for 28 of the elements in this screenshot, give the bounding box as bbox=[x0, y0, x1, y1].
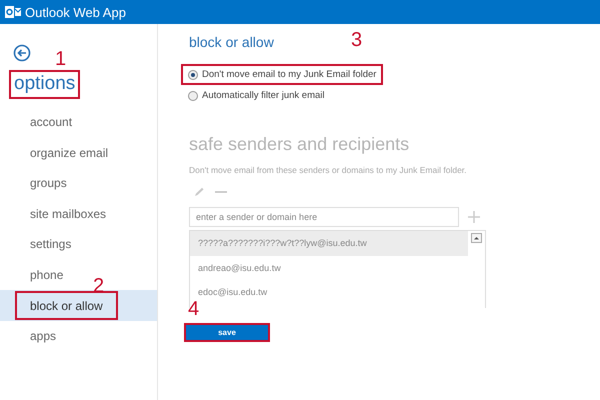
annotation-number: 1 bbox=[55, 49, 66, 69]
sender-entry[interactable]: andreao@isu.edu.tw bbox=[190, 256, 468, 280]
sidebar-item[interactable]: organize email bbox=[30, 146, 108, 160]
sidebar-item[interactable]: phone bbox=[30, 268, 64, 282]
pencil-icon[interactable] bbox=[193, 187, 205, 197]
sidebar-item[interactable]: groups bbox=[30, 176, 67, 190]
sidebar-item[interactable]: site mailboxes bbox=[30, 206, 106, 221]
options-heading: options bbox=[11, 72, 78, 97]
sidebar-item[interactable]: apps bbox=[30, 328, 56, 343]
annotation-number: 3 bbox=[351, 30, 362, 50]
app-title: Outlook Web App bbox=[25, 4, 126, 20]
back-icon[interactable] bbox=[13, 44, 31, 62]
sidebar-item[interactable]: block or allow bbox=[17, 292, 116, 318]
radio-option[interactable]: Automatically filter junk email bbox=[183, 87, 330, 104]
section-title: safe senders and recipients bbox=[189, 134, 410, 155]
plus-icon[interactable] bbox=[467, 210, 481, 224]
logo-icon bbox=[5, 5, 21, 19]
sidebar-item[interactable]: settings bbox=[30, 237, 72, 252]
sidebar-item[interactable]: account bbox=[30, 115, 72, 130]
scroll-up-icon[interactable] bbox=[471, 233, 482, 243]
radio-button[interactable] bbox=[188, 90, 198, 100]
page-title: block or allow bbox=[189, 34, 274, 52]
sender-entry[interactable]: ?????a???????i???w?t??lyw@isu.edu.tw bbox=[190, 231, 468, 256]
save-button[interactable]: save bbox=[186, 325, 268, 340]
section-description: Don't move email from these senders or domains to my Junk Email folder. bbox=[189, 165, 468, 175]
radio-button[interactable] bbox=[188, 70, 198, 80]
sender-input-field[interactable]: enter a sender or domain here bbox=[189, 207, 459, 227]
annotation-number: 4 bbox=[188, 299, 200, 319]
